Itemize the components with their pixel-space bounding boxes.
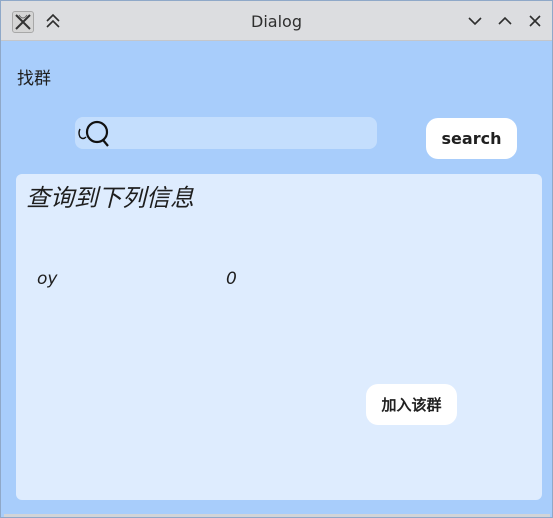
find-group-label: 找群 bbox=[17, 69, 51, 89]
dialog-window: Dialog 找群 search 查询到下列信息 oy 0 加入该群 bbox=[0, 0, 553, 518]
dialog-content: 找群 search 查询到下列信息 oy 0 加入该群 bbox=[4, 42, 550, 516]
group-count: 0 bbox=[226, 269, 237, 289]
close-icon[interactable] bbox=[523, 9, 547, 33]
group-name: oy bbox=[37, 269, 58, 289]
join-group-button[interactable]: 加入该群 bbox=[366, 384, 457, 425]
results-title: 查询到下列信息 bbox=[26, 184, 194, 212]
search-input[interactable] bbox=[115, 121, 371, 145]
search-icon bbox=[77, 119, 111, 147]
maximize-icon[interactable] bbox=[493, 9, 517, 33]
minimize-icon[interactable] bbox=[463, 9, 487, 33]
results-panel: 查询到下列信息 oy 0 加入该群 bbox=[16, 174, 542, 500]
search-button[interactable]: search bbox=[426, 118, 517, 159]
search-box[interactable] bbox=[75, 117, 377, 149]
title-bar[interactable]: Dialog bbox=[1, 1, 552, 41]
window-bottom-edge bbox=[4, 514, 550, 517]
